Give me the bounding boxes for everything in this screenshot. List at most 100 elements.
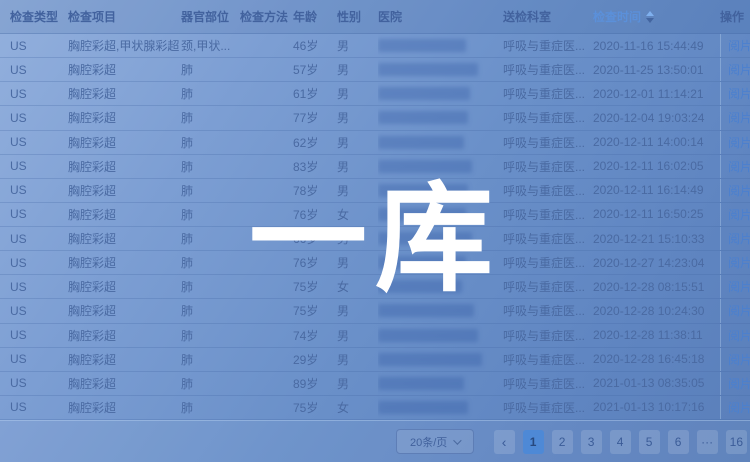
page-button-2[interactable]: 2	[552, 430, 573, 454]
cell-item: 胸腔彩超,甲状腺彩超	[68, 34, 181, 57]
redacted-hospital-name	[378, 111, 468, 124]
cell-hospital	[378, 251, 503, 274]
view-image-link[interactable]: 阅片	[728, 61, 750, 78]
cell-age: 89岁	[293, 372, 337, 395]
column-header-organ[interactable]: 器官部位	[181, 8, 240, 25]
cell-action: 阅片	[720, 58, 750, 81]
view-image-link[interactable]: 阅片	[728, 278, 750, 295]
view-image-link[interactable]: 阅片	[728, 351, 750, 368]
column-header-action[interactable]: 操作	[720, 8, 750, 25]
view-image-link[interactable]: 阅片	[728, 37, 750, 54]
cell-method	[240, 34, 293, 57]
cell-item: 胸腔彩超	[68, 251, 181, 274]
view-image-link[interactable]: 阅片	[728, 230, 750, 247]
redacted-hospital-name	[378, 377, 464, 390]
view-image-link[interactable]: 阅片	[728, 399, 750, 416]
cell-gender: 男	[337, 155, 378, 178]
cell-hospital	[378, 131, 503, 154]
table-row[interactable]: US胸腔彩超肺77岁男呼吸与重症医...2020-12-04 19:03:24阅…	[0, 106, 750, 130]
table-row[interactable]: US胸腔彩超肺66岁男呼吸与重症医...2020-12-21 15:10:33阅…	[0, 227, 750, 251]
table-row[interactable]: US胸腔彩超肺89岁男呼吸与重症医...2021-01-13 08:35:05阅…	[0, 372, 750, 396]
cell-time: 2020-12-11 16:14:49	[593, 179, 720, 202]
page-button-1[interactable]: 1	[523, 430, 544, 454]
table-row[interactable]: US胸腔彩超肺75岁女呼吸与重症医...2020-12-28 08:15:51阅…	[0, 275, 750, 299]
table-row[interactable]: US胸腔彩超肺76岁男呼吸与重症医...2020-12-27 14:23:04阅…	[0, 251, 750, 275]
table-row[interactable]: US胸腔彩超肺74岁男呼吸与重症医...2020-12-28 11:38:11阅…	[0, 324, 750, 348]
cell-method	[240, 179, 293, 202]
page-size-select[interactable]: 20条/页	[396, 429, 474, 454]
table-row[interactable]: US胸腔彩超肺78岁男呼吸与重症医...2020-12-11 16:14:49阅…	[0, 179, 750, 203]
page-button-16[interactable]: 16	[726, 430, 747, 454]
view-image-link[interactable]: 阅片	[728, 375, 750, 392]
view-image-link[interactable]: 阅片	[728, 327, 750, 344]
page-size-label: 20条/页	[410, 434, 447, 450]
cell-organ: 肺	[181, 275, 240, 298]
cell-gender: 男	[337, 106, 378, 129]
column-header-hospital[interactable]: 医院	[378, 8, 503, 25]
prev-page-button[interactable]: ‹	[494, 430, 515, 454]
page-button-4[interactable]: 4	[610, 430, 631, 454]
study-list-screen: 检查类型检查项目器官部位检查方法年龄性别医院送检科室检查时间操作 US胸腔彩超,…	[0, 0, 750, 462]
page-button-3[interactable]: 3	[581, 430, 602, 454]
column-header-method[interactable]: 检查方法	[240, 8, 293, 25]
cell-method	[240, 155, 293, 178]
view-image-link[interactable]: 阅片	[728, 302, 750, 319]
cell-organ: 肺	[181, 348, 240, 371]
cell-time: 2020-12-21 15:10:33	[593, 227, 720, 250]
column-header-dept[interactable]: 送检科室	[503, 8, 593, 25]
page-button-5[interactable]: 5	[639, 430, 660, 454]
table-row[interactable]: US胸腔彩超,甲状腺彩超颈,甲状...46岁男呼吸与重症医...2020-11-…	[0, 34, 750, 58]
cell-dept: 呼吸与重症医...	[503, 106, 593, 129]
cell-type: US	[10, 372, 68, 395]
table-row[interactable]: US胸腔彩超肺57岁男呼吸与重症医...2020-11-25 13:50:01阅…	[0, 58, 750, 82]
cell-gender: 男	[337, 251, 378, 274]
cell-organ: 肺	[181, 324, 240, 347]
cell-dept: 呼吸与重症医...	[503, 34, 593, 57]
column-header-item[interactable]: 检查项目	[68, 8, 181, 25]
view-image-link[interactable]: 阅片	[728, 182, 750, 199]
cell-dept: 呼吸与重症医...	[503, 396, 593, 419]
cell-time: 2020-12-28 08:15:51	[593, 275, 720, 298]
cell-age: 75岁	[293, 299, 337, 322]
cell-item: 胸腔彩超	[68, 106, 181, 129]
cell-action: 阅片	[720, 106, 750, 129]
column-header-age[interactable]: 年龄	[293, 8, 337, 25]
table-row[interactable]: US胸腔彩超肺75岁女呼吸与重症医...2021-01-13 10:17:16阅…	[0, 396, 750, 420]
cell-time: 2021-01-13 10:17:16	[593, 396, 720, 419]
cell-method	[240, 82, 293, 105]
more-pages-button[interactable]: ···	[697, 430, 718, 454]
cell-organ: 肺	[181, 203, 240, 226]
table-row[interactable]: US胸腔彩超肺83岁男呼吸与重症医...2020-12-11 16:02:05阅…	[0, 155, 750, 179]
view-image-link[interactable]: 阅片	[728, 206, 750, 223]
view-image-link[interactable]: 阅片	[728, 134, 750, 151]
view-image-link[interactable]: 阅片	[728, 158, 750, 175]
table-row[interactable]: US胸腔彩超肺61岁男呼吸与重症医...2020-12-01 11:14:21阅…	[0, 82, 750, 106]
cell-age: 83岁	[293, 155, 337, 178]
cell-item: 胸腔彩超	[68, 372, 181, 395]
cell-method	[240, 227, 293, 250]
table-row[interactable]: US胸腔彩超肺76岁女呼吸与重症医...2020-12-11 16:50:25阅…	[0, 203, 750, 227]
cell-action: 阅片	[720, 299, 750, 322]
view-image-link[interactable]: 阅片	[728, 109, 750, 126]
column-header-gender[interactable]: 性别	[337, 8, 378, 25]
cell-item: 胸腔彩超	[68, 155, 181, 178]
table-row[interactable]: US胸腔彩超肺62岁男呼吸与重症医...2020-12-11 14:00:14阅…	[0, 131, 750, 155]
table-row[interactable]: US胸腔彩超肺29岁男呼吸与重症医...2020-12-28 16:45:18阅…	[0, 348, 750, 372]
view-image-link[interactable]: 阅片	[728, 254, 750, 271]
cell-dept: 呼吸与重症医...	[503, 155, 593, 178]
cell-hospital	[378, 203, 503, 226]
column-header-type[interactable]: 检查类型	[10, 8, 68, 25]
cell-organ: 肺	[181, 131, 240, 154]
view-image-link[interactable]: 阅片	[728, 85, 750, 102]
column-header-time[interactable]: 检查时间	[593, 8, 720, 25]
cell-time: 2020-12-01 11:14:21	[593, 82, 720, 105]
table-row[interactable]: US胸腔彩超肺75岁男呼吸与重症医...2020-12-28 10:24:30阅…	[0, 299, 750, 323]
cell-hospital	[378, 348, 503, 371]
cell-type: US	[10, 82, 68, 105]
cell-age: 46岁	[293, 34, 337, 57]
page-button-6[interactable]: 6	[668, 430, 689, 454]
cell-item: 胸腔彩超	[68, 275, 181, 298]
cell-gender: 女	[337, 203, 378, 226]
cell-action: 阅片	[720, 227, 750, 250]
cell-gender: 男	[337, 179, 378, 202]
